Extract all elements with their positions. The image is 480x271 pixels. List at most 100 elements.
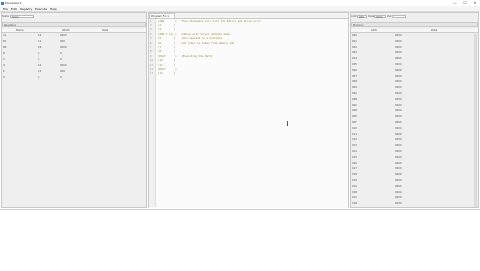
cell-data: 0 — [60, 58, 62, 61]
cell-data: 0000 — [395, 97, 402, 101]
cell-addr: 00D — [352, 109, 358, 113]
cell-name: B1 — [3, 40, 7, 43]
cell-data: 0000 — [395, 68, 402, 72]
cell-data: 0000 — [395, 115, 402, 119]
cell-addr: 019 — [352, 178, 357, 182]
code-line: [13 ] — [158, 72, 176, 76]
cell-width: 12 — [38, 70, 42, 73]
cell-addr: 012 — [352, 138, 357, 142]
cell-addr: 01C — [352, 196, 358, 200]
data-input[interactable]: 0000 — [374, 14, 386, 19]
line-number: 13 — [150, 72, 154, 76]
menu-execute[interactable]: Execute — [35, 7, 47, 11]
cell-addr: 003 — [352, 51, 357, 55]
cell-data: 0000 — [395, 120, 402, 124]
cell-data: 0000 — [395, 173, 402, 177]
cell-data: 0000 — [395, 132, 402, 136]
empty-desktop-area — [0, 209, 480, 271]
cell-name: Z — [3, 76, 5, 79]
cell-data: 000 — [60, 40, 65, 43]
memory-title: Memory — [353, 23, 364, 27]
cell-name: B — [3, 52, 5, 55]
cell-addr: 011 — [352, 132, 357, 136]
text-cursor-icon — [287, 121, 288, 126]
col-width: Width — [62, 29, 70, 33]
dat-label: Dat — [387, 15, 392, 18]
cell-addr: 015 — [352, 155, 357, 159]
menu-edit[interactable]: Edit — [11, 7, 17, 11]
memory-table-body: 000 0000 001 0000 002 0000 003 0000 004 0000 … — [351, 34, 478, 208]
cell-data: 000 — [60, 70, 65, 73]
state-value: State — [12, 15, 19, 19]
cell-addr: 009 — [352, 86, 357, 90]
cell-addr: 010 — [352, 126, 357, 130]
cell-addr: 004 — [352, 57, 357, 61]
line-number: 10 — [150, 59, 154, 63]
cell-data: 0000 — [395, 34, 402, 37]
cell-addr: 000 — [352, 34, 357, 37]
addr-input[interactable]: 000 — [357, 14, 367, 19]
cell-addr: 00A — [352, 91, 358, 95]
cell-addr: 00E — [352, 115, 357, 119]
cell-data: 0 — [60, 76, 62, 79]
cell-data: 0000 — [395, 144, 402, 148]
menu-file[interactable]: File — [3, 7, 8, 11]
code-lines: [ADD ] This statement will halt the Edit… — [158, 20, 261, 77]
cell-addr: 018 — [352, 173, 357, 177]
cell-addr: 006 — [352, 68, 357, 72]
dat-input[interactable] — [392, 14, 406, 19]
cell-name: B9 — [3, 46, 7, 49]
cell-data: 0000 — [395, 167, 402, 171]
cell-addr: 017 — [352, 167, 357, 171]
cell-width: 16 — [38, 64, 42, 67]
col-addr: Addr — [371, 29, 378, 33]
menu-help[interactable]: Help — [50, 7, 57, 11]
cell-width: 16 — [38, 46, 42, 49]
cell-addr: 01A — [352, 184, 358, 188]
window-title: Processor1 — [5, 1, 22, 6]
cell-name: O — [3, 64, 6, 67]
cell-data: 0000 — [395, 74, 402, 78]
cell-width: 1 — [38, 58, 40, 61]
cell-data: 0000 — [395, 138, 402, 142]
cell-addr: 002 — [352, 45, 357, 49]
cell-addr: 001 — [352, 39, 357, 43]
cell-addr: 014 — [352, 149, 357, 153]
cell-addr: 016 — [352, 161, 357, 165]
cell-width: 1 — [38, 52, 40, 55]
registers-header: Registers — [2, 22, 146, 27]
memory-scrollbar[interactable] — [474, 34, 477, 207]
cell-addr: 01D — [352, 202, 358, 206]
cell-data: 0000 — [395, 178, 402, 182]
cell-data: 0000 — [395, 39, 402, 43]
cell-data: 0000 — [395, 184, 402, 188]
cell-addr: 007 — [352, 74, 357, 78]
cell-data: 0000 — [60, 46, 67, 49]
cell-width: 1 — [38, 76, 40, 79]
cell-name: A1 — [3, 34, 7, 37]
cell-data: 0 — [60, 52, 62, 55]
col-data: Data — [102, 29, 109, 33]
registers-title: Registers — [4, 23, 17, 27]
state-label: State — [2, 15, 9, 18]
cell-data: 0000 — [395, 202, 402, 206]
cell-data: 0000 — [395, 80, 402, 84]
cell-data: 0000 — [395, 57, 402, 61]
table-row[interactable]: 01D 0000 — [351, 202, 478, 208]
cell-data: 0000 — [395, 149, 402, 153]
cell-addr: 013 — [352, 144, 357, 148]
menu-registry[interactable]: Registry — [20, 7, 32, 11]
cell-addr: 005 — [352, 62, 357, 66]
cell-addr: 00F — [352, 120, 357, 124]
col-data: Data — [431, 29, 438, 33]
cell-data: 0000 — [395, 155, 402, 159]
cell-addr: 008 — [352, 80, 357, 84]
registers-table-header: Name Width Data — [2, 29, 146, 33]
table-row[interactable]: Z 1 0 — [2, 76, 146, 82]
addr-value: 000 — [359, 15, 364, 19]
cell-data: 0000 — [395, 161, 402, 165]
cell-data: 0000 — [395, 45, 402, 49]
state-select[interactable]: State — [10, 14, 34, 19]
cell-name: C — [3, 58, 5, 61]
cell-data: 0000 — [395, 86, 402, 90]
